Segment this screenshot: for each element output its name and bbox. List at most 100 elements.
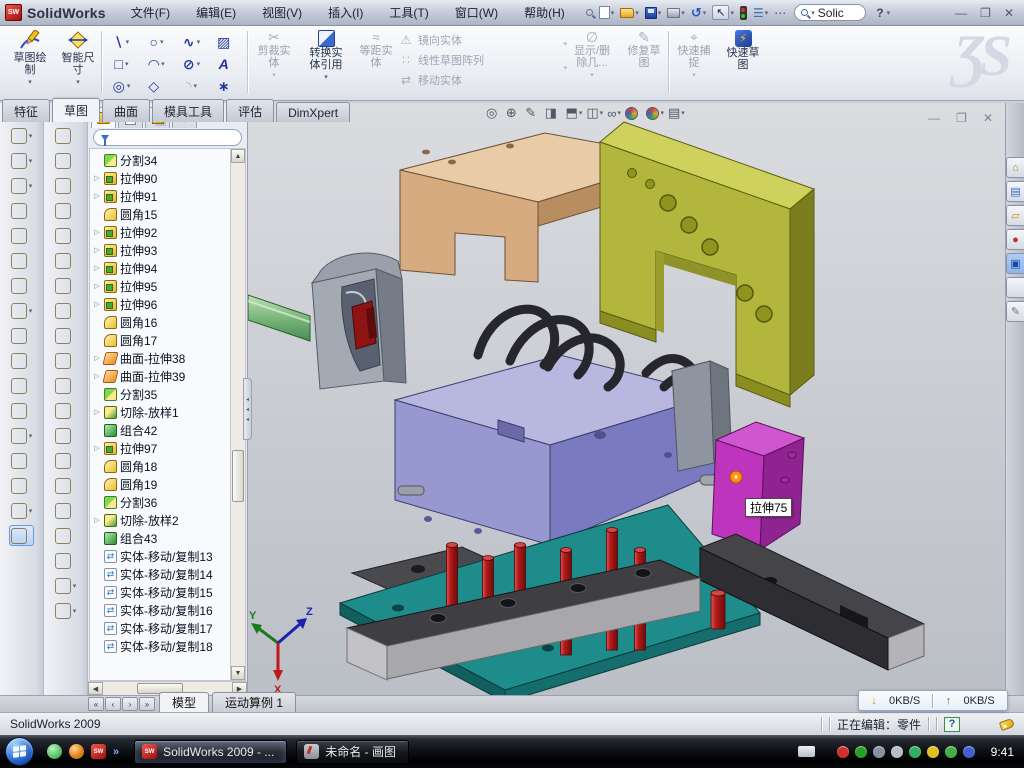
extruded-cut-icon[interactable]: ▾: [11, 150, 33, 171]
delete-face-icon[interactable]: ▾: [55, 375, 77, 396]
tree-item[interactable]: ▷ 拉伸95: [93, 277, 230, 295]
antivirus-tray-icon[interactable]: [837, 746, 849, 758]
close-icon[interactable]: ✕: [1004, 6, 1014, 20]
tree-item[interactable]: ▷ 拉伸92: [93, 223, 230, 241]
select-contours-icon[interactable]: ▨▾: [209, 31, 244, 53]
hide-show-items-icon[interactable]: ∞▾: [607, 106, 621, 121]
split-icon[interactable]: ▾: [11, 325, 33, 346]
return-pin[interactable]: [711, 590, 725, 629]
model-tab[interactable]: 模型: [159, 692, 209, 712]
section-view-icon[interactable]: ◨▾: [545, 105, 562, 121]
network-tray-icon[interactable]: [963, 746, 975, 758]
line-icon[interactable]: ∖▾: [104, 31, 139, 53]
expand-arrow-icon[interactable]: ▷: [93, 228, 101, 236]
warning-tray-icon[interactable]: [927, 746, 939, 758]
chamfer-icon[interactable]: ▾: [11, 250, 33, 271]
polygon-icon[interactable]: ◇▾: [139, 75, 174, 97]
quick-tips-icon[interactable]: ?: [944, 717, 960, 732]
smart-dimension-button[interactable]: 智能尺 寸 ▾: [56, 30, 100, 89]
shield-tray-icon[interactable]: [855, 746, 867, 758]
tag-icon[interactable]: [999, 717, 1015, 730]
menu-item[interactable]: 编辑(E): [183, 0, 249, 26]
offset-surface-icon[interactable]: ▾: [55, 275, 77, 296]
combine-icon[interactable]: ▾: [11, 375, 33, 396]
tree-item[interactable]: ▷ 圆角19: [93, 475, 230, 493]
expand-arrow-icon[interactable]: ▷: [93, 174, 101, 182]
menu-item[interactable]: 文件(F): [118, 0, 183, 26]
expand-arrow-icon[interactable]: ▷: [93, 300, 101, 308]
sketch-button[interactable]: 草图绘 制 ▾: [8, 30, 52, 89]
tree-item[interactable]: ▷ 拉伸96: [93, 295, 230, 313]
menu-item[interactable]: 视图(V): [249, 0, 315, 26]
tree-item[interactable]: ▷ 实体-移动/复制15: [93, 583, 230, 601]
tree-item[interactable]: ▷ 圆角15: [93, 205, 230, 223]
tree-item[interactable]: ▷ 圆角18: [93, 457, 230, 475]
untrim-surface-icon[interactable]: ▾: [55, 400, 77, 421]
graphics-viewport[interactable]: Y Z X ◎▾⊕▾✎▾◨▾⬒▾◫▾∞▾▾▾▤▾ — ❐ ✕ 拉伸75: [248, 103, 1005, 695]
tree-item[interactable]: ▷ 曲面-拉伸38: [93, 349, 230, 367]
new-document-icon[interactable]: ▾: [597, 5, 617, 20]
zoom-fit-icon[interactable]: ◎▾: [486, 105, 502, 121]
tab-sketch[interactable]: 草图: [52, 98, 100, 122]
tab-evaluate[interactable]: 评估: [226, 99, 274, 122]
tab-surfaces[interactable]: 曲面: [102, 99, 150, 122]
doc-restore-icon[interactable]: ❐: [956, 111, 967, 125]
move-face-icon[interactable]: ▾: [55, 450, 77, 471]
view-settings-icon[interactable]: ▤▾: [668, 105, 685, 121]
intersect-icon[interactable]: ▾: [11, 350, 33, 371]
edit-appearance-icon[interactable]: ▾: [625, 107, 643, 120]
help-icon[interactable]: ?▾: [872, 5, 892, 21]
tree-item[interactable]: ▷ 圆角16: [93, 313, 230, 331]
magnify-icon[interactable]: ✎▾: [525, 105, 540, 121]
save-icon[interactable]: ▾: [643, 6, 664, 20]
boundary-surface-icon[interactable]: ▾: [55, 200, 77, 221]
solidworks-quick-icon[interactable]: SW: [91, 744, 106, 759]
expand-arrow-icon[interactable]: ▷: [93, 516, 101, 524]
filled-surface-icon[interactable]: ▾: [55, 350, 77, 371]
expand-arrow-icon[interactable]: ▷: [93, 372, 101, 380]
menu-item[interactable]: 插入(I): [315, 0, 376, 26]
tree-item[interactable]: ▷ 拉伸97: [93, 439, 230, 457]
convert-entities-button[interactable]: 转换实 体引用 ▾: [300, 30, 352, 84]
tab-nav-button[interactable]: «: [88, 697, 104, 711]
point-icon[interactable]: ∗▾: [209, 75, 244, 97]
tree-item[interactable]: ▷ 组合42: [93, 421, 230, 439]
apply-scene-icon[interactable]: ▾: [646, 107, 664, 120]
knit-surface-icon[interactable]: ▾: [55, 225, 77, 246]
settings-tray-icon[interactable]: [873, 746, 885, 758]
extruded-boss-icon[interactable]: ▾: [11, 125, 33, 146]
slide-block[interactable]: [712, 422, 804, 550]
expand-arrow-icon[interactable]: ▷: [93, 282, 101, 290]
sketch-fillet-icon[interactable]: ◝▾: [174, 75, 209, 97]
curve-icon[interactable]: ▾: [11, 500, 33, 521]
tab-nav-button[interactable]: »: [139, 697, 155, 711]
revolved-surface-icon[interactable]: ▾: [55, 150, 77, 171]
tab-nav-button[interactable]: ‹: [105, 697, 121, 711]
reference-axis-icon[interactable]: ▾: [11, 475, 33, 496]
volume-tray-icon[interactable]: [891, 746, 903, 758]
appearances-icon[interactable]: [1006, 277, 1024, 298]
app-launcher-icon[interactable]: [69, 744, 84, 759]
tree-item[interactable]: ▷ 分割34: [93, 151, 230, 169]
surface-fillet-icon[interactable]: ▾: [55, 525, 77, 546]
design-library-icon[interactable]: ▤: [1006, 181, 1024, 202]
expand-arrow-icon[interactable]: ▷: [93, 192, 101, 200]
reference-plane-icon[interactable]: ▾: [11, 450, 33, 471]
replace-face-icon[interactable]: ▾: [55, 475, 77, 496]
core-tube[interactable]: [248, 295, 310, 341]
tree-item[interactable]: ▷ 实体-移动/复制16: [93, 601, 230, 619]
revolved-boss-icon[interactable]: ▾: [11, 225, 33, 246]
panel-splitter-handle[interactable]: ◂◂◂: [243, 378, 252, 440]
zoom-area-icon[interactable]: ⊕▾: [506, 105, 521, 121]
tree-filter-input[interactable]: [93, 129, 242, 146]
select-icon[interactable]: ↖▾: [710, 4, 736, 21]
expand-arrow-icon[interactable]: ▷: [93, 444, 101, 452]
minimize-icon[interactable]: —: [955, 6, 967, 20]
hole-wizard-icon[interactable]: ▾: [11, 275, 33, 296]
more-commands-icon[interactable]: ⋯: [772, 5, 788, 21]
rebuild-icon[interactable]: [738, 5, 749, 21]
menu-item[interactable]: 窗口(W): [442, 0, 511, 26]
tree-item[interactable]: ▷ 切除-放样1: [93, 403, 230, 421]
expand-arrow-icon[interactable]: ▷: [93, 246, 101, 254]
file-explorer-icon[interactable]: ▱: [1006, 205, 1024, 226]
